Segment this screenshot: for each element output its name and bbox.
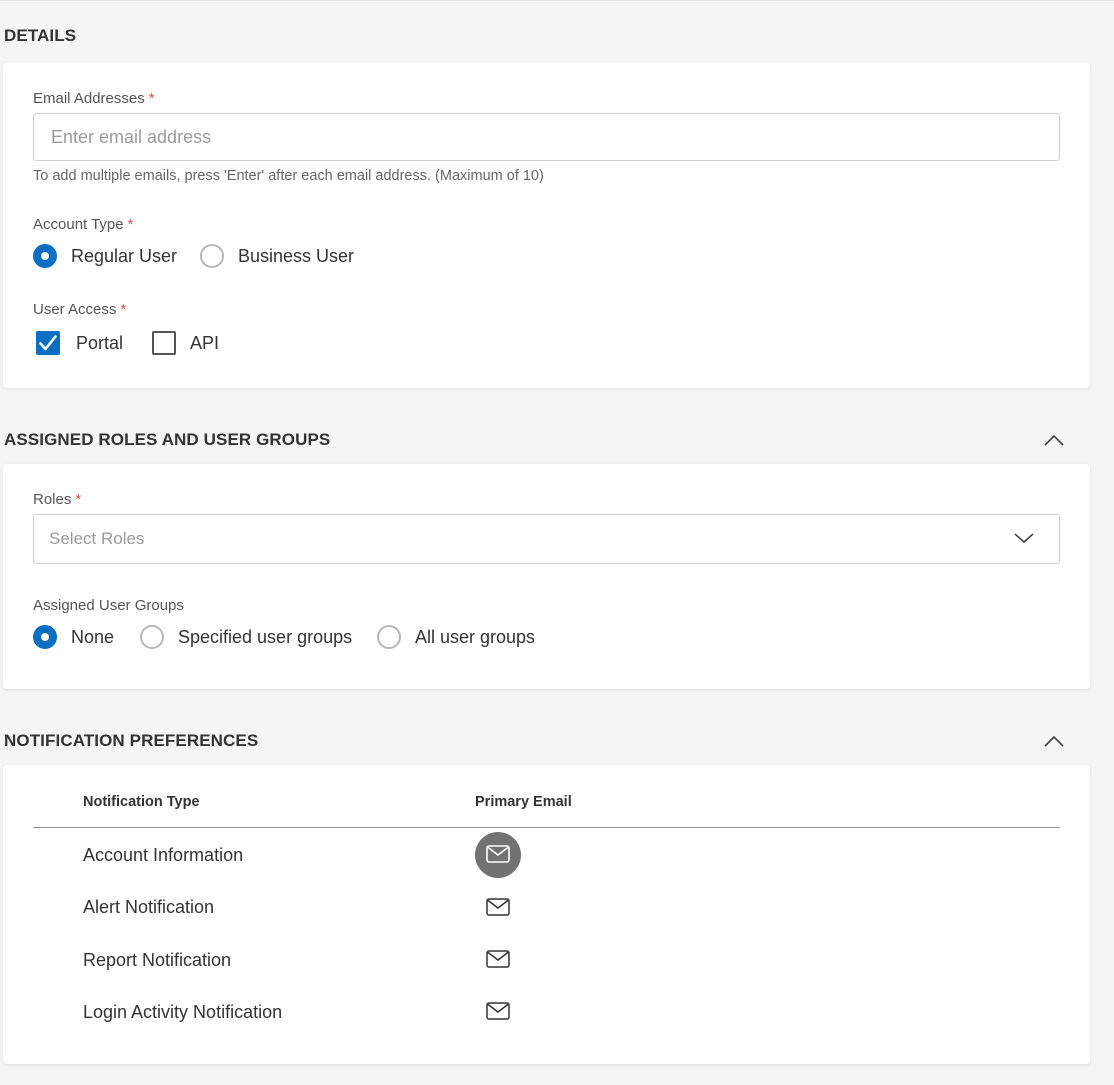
email-hint: To add multiple emails, press 'Enter' af… xyxy=(33,168,544,184)
account-type-label: Account Type * xyxy=(33,216,134,233)
mail-icon xyxy=(486,845,510,863)
table-header-divider xyxy=(33,827,1060,828)
radio-unselected-icon xyxy=(200,244,224,268)
radio-specified-user-groups[interactable]: Specified user groups xyxy=(140,625,352,649)
details-section-title: DETAILS xyxy=(4,26,77,45)
notifications-card: Notification Type Primary Email Account … xyxy=(3,765,1090,1064)
radio-unselected-icon xyxy=(377,625,401,649)
roles-select[interactable]: Select Roles xyxy=(33,514,1060,564)
notification-section-title: NOTIFICATION PREFERENCES xyxy=(4,731,259,750)
roles-card: Roles * Select Roles Assigned User Groups… xyxy=(3,464,1090,689)
required-mark: * xyxy=(127,216,134,233)
radio-business-user[interactable]: Business User xyxy=(200,244,354,268)
radio-selected-icon xyxy=(33,625,57,649)
mail-toggle-button[interactable] xyxy=(475,885,521,931)
email-input[interactable] xyxy=(33,113,1060,161)
radio-none[interactable]: None xyxy=(33,625,114,649)
table-row-label: Alert Notification xyxy=(83,897,215,917)
mail-toggle-button[interactable] xyxy=(475,937,521,983)
mail-toggle-button[interactable] xyxy=(475,832,521,878)
chevron-down-icon xyxy=(1014,533,1034,544)
table-row-label: Report Notification xyxy=(83,950,232,970)
chevron-up-icon xyxy=(1044,735,1064,747)
required-mark: * xyxy=(75,491,82,508)
checkbox-checked-icon xyxy=(36,331,60,355)
table-row-label: Account Information xyxy=(83,845,244,865)
roles-label: Roles * xyxy=(33,491,82,508)
mail-icon xyxy=(486,1002,510,1020)
radio-all-user-groups[interactable]: All user groups xyxy=(377,625,535,649)
top-divider xyxy=(0,0,1114,1)
checkbox-portal[interactable]: Portal xyxy=(36,331,123,355)
column-header-primary-email: Primary Email xyxy=(475,794,572,810)
roles-select-placeholder: Select Roles xyxy=(49,529,145,548)
user-groups-label: Assigned User Groups xyxy=(33,597,184,614)
required-mark: * xyxy=(148,90,155,107)
roles-section-title: ASSIGNED ROLES AND USER GROUPS xyxy=(4,430,331,449)
chevron-up-icon xyxy=(1044,434,1064,446)
details-card: Email Addresses* To add multiple emails,… xyxy=(3,63,1090,388)
mail-toggle-button[interactable] xyxy=(475,989,521,1035)
required-mark: * xyxy=(120,301,127,318)
table-row-label: Login Activity Notification xyxy=(83,1002,283,1022)
column-header-notification-type: Notification Type xyxy=(83,794,200,810)
notifications-collapse-button[interactable] xyxy=(1040,731,1068,751)
email-label: Email Addresses * xyxy=(33,90,155,107)
roles-collapse-button[interactable] xyxy=(1040,430,1068,450)
radio-unselected-icon xyxy=(140,625,164,649)
radio-selected-icon xyxy=(33,244,57,268)
radio-regular-user[interactable]: Regular User xyxy=(33,244,177,268)
checkbox-api[interactable]: API xyxy=(152,331,219,355)
mail-icon xyxy=(486,898,510,916)
user-access-label: User Access * xyxy=(33,301,127,318)
checkbox-unchecked-icon xyxy=(152,331,176,355)
mail-icon xyxy=(486,950,510,968)
